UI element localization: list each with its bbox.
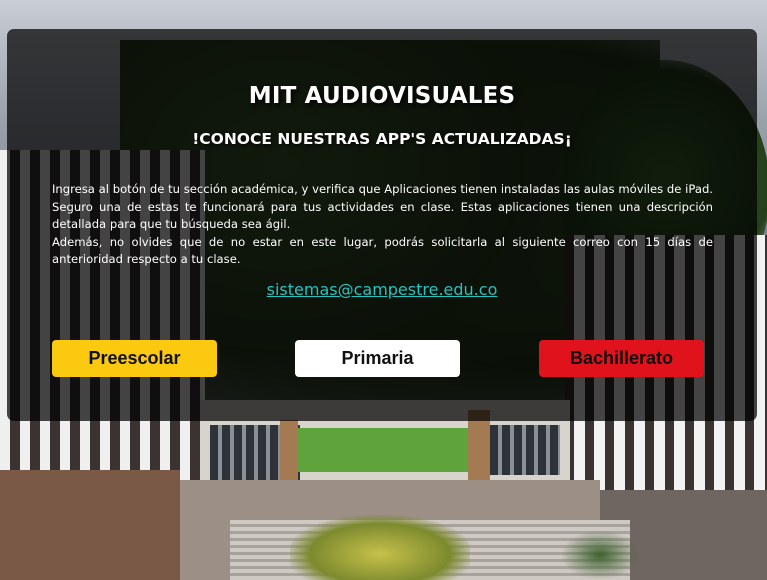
- contact-email-link[interactable]: sistemas@campestre.edu.co: [267, 280, 498, 299]
- primaria-button[interactable]: Primaria: [295, 340, 460, 377]
- page-subtitle: !CONOCE NUESTRAS APP'S ACTUALIZADAS¡: [192, 130, 572, 148]
- page-title: MIT AUDIOVISUALES: [248, 83, 516, 109]
- contact-email-container: sistemas@campestre.edu.co: [7, 280, 757, 299]
- background-building-left-base: [0, 470, 180, 580]
- description-text: Ingresa al botón de tu sección académica…: [52, 181, 713, 269]
- info-panel: MIT AUDIOVISUALES !CONOCE NUESTRAS APP'S…: [7, 29, 757, 421]
- background-shrub: [290, 515, 470, 580]
- bachillerato-button[interactable]: Bachillerato: [539, 340, 704, 377]
- background-shrub-right: [560, 530, 640, 580]
- description-paragraph-1: Ingresa al botón de tu sección académica…: [52, 182, 713, 232]
- background-lawn: [298, 428, 468, 472]
- background-windows-right: [490, 425, 560, 475]
- description-paragraph-2: Además, no olvides que de no estar en es…: [52, 234, 713, 267]
- preescolar-button[interactable]: Preescolar: [52, 340, 217, 377]
